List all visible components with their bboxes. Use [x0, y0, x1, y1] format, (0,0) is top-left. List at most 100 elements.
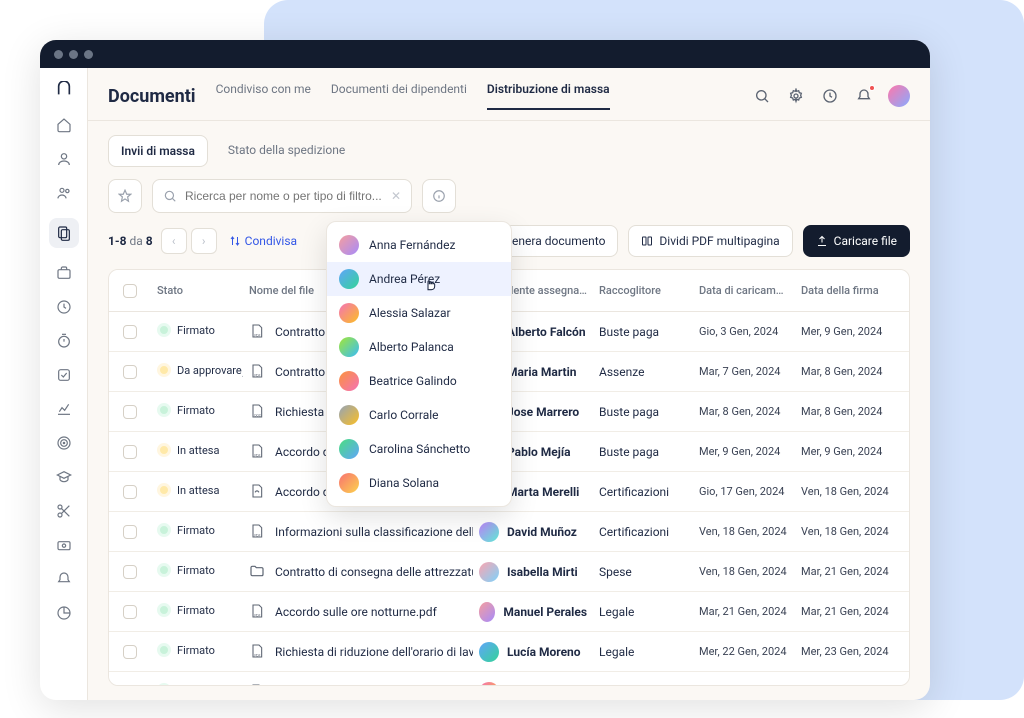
home-icon[interactable]	[55, 116, 73, 134]
subtab-shipment-status[interactable]: Stato della spedizione	[216, 135, 357, 167]
dropdown-item[interactable]: Diana Solana	[327, 466, 511, 500]
tab-employee-docs[interactable]: Documenti dei dipendenti	[331, 82, 467, 110]
file-type-icon	[249, 483, 267, 501]
chart-icon[interactable]	[55, 400, 73, 418]
status-label: Firmato	[177, 524, 215, 537]
pager-of: da	[129, 234, 142, 248]
info-button[interactable]	[422, 179, 456, 213]
status-label: Firmato	[177, 684, 215, 687]
search-icon[interactable]	[752, 86, 772, 106]
file-cell: PDFInformazioni sulla classificazione de…	[249, 523, 467, 541]
file-type-icon	[249, 563, 267, 581]
notifications-icon[interactable]	[854, 86, 874, 106]
target-icon[interactable]	[55, 434, 73, 452]
subtab-mass-sends[interactable]: Invii di massa	[108, 135, 208, 167]
clock-icon[interactable]	[55, 298, 73, 316]
table-row[interactable]: FirmatoPDFRichiesta di riduzione dell'or…	[109, 632, 909, 672]
folder-cell: Buste paga	[593, 325, 693, 339]
table-row[interactable]: FirmatoContratto di consegna delle attre…	[109, 552, 909, 592]
row-checkbox[interactable]	[123, 325, 137, 339]
file-type-icon: PDF	[249, 603, 267, 621]
clear-search-icon[interactable]: ✕	[391, 189, 401, 203]
col-status[interactable]: Stato	[151, 284, 243, 297]
dropdown-item[interactable]: Carolina Sánchetto	[327, 432, 511, 466]
upload-file-button[interactable]: Caricare file	[803, 225, 910, 257]
favorite-toggle[interactable]	[108, 179, 142, 213]
col-folder[interactable]: Raccoglitore	[593, 284, 693, 297]
sign-date: Ven, 18 Gen, 2024	[795, 485, 897, 498]
tab-shared-with-me[interactable]: Condiviso con me	[216, 82, 311, 110]
file-type-icon: PDF	[249, 363, 267, 381]
table-row[interactable]: FirmatoPDFPolitica di registro ingresso …	[109, 672, 909, 686]
sort-button[interactable]: Condivisa	[229, 234, 297, 248]
topbar: Documenti Condiviso con me Documenti dei…	[88, 68, 930, 121]
avatar	[339, 303, 359, 323]
employee-cell: Manuel Perales	[479, 602, 587, 622]
avatar	[479, 682, 499, 687]
timer-icon[interactable]	[55, 332, 73, 350]
row-checkbox[interactable]	[123, 405, 137, 419]
status-label: Da approvare	[177, 364, 242, 377]
avatar	[339, 405, 359, 425]
row-checkbox[interactable]	[123, 565, 137, 579]
bell-icon[interactable]	[55, 570, 73, 588]
dropdown-item[interactable]: Beatrice Galindo	[327, 364, 511, 398]
content-area: Invii di massa Stato della spedizione ✕ …	[88, 121, 930, 700]
settings-icon[interactable]	[786, 86, 806, 106]
check-square-icon[interactable]	[55, 366, 73, 384]
scissors-icon[interactable]	[55, 502, 73, 520]
row-checkbox[interactable]	[123, 685, 137, 687]
dropdown-item-label: Andrea Pérez	[369, 272, 440, 286]
subtabs: Invii di massa Stato della spedizione	[108, 135, 910, 167]
select-all-checkbox[interactable]	[123, 284, 137, 298]
dropdown-item[interactable]: Andrea Pérez	[327, 262, 511, 296]
col-sign-date[interactable]: Data della firma	[795, 284, 897, 297]
pager-range: 1-8	[108, 234, 127, 248]
row-checkbox[interactable]	[123, 605, 137, 619]
team-icon[interactable]	[55, 184, 73, 202]
briefcase-icon[interactable]	[55, 264, 73, 282]
upload-date: Gio, 17 Gen, 2024	[693, 485, 795, 498]
row-checkbox[interactable]	[123, 365, 137, 379]
next-page-button[interactable]: ›	[191, 228, 217, 254]
status-label: Firmato	[177, 644, 215, 657]
folder-cell: Buste paga	[593, 445, 693, 459]
employee-name: Manuel Perales	[503, 605, 587, 619]
row-checkbox[interactable]	[123, 645, 137, 659]
row-checkbox[interactable]	[123, 485, 137, 499]
table-row[interactable]: FirmatoPDFAccordo sulle ore notturne.pdf…	[109, 592, 909, 632]
activity-icon[interactable]	[820, 86, 840, 106]
row-checkbox[interactable]	[123, 445, 137, 459]
col-upload-date[interactable]: Data di caricamento	[693, 284, 795, 297]
window-dot	[84, 50, 93, 59]
dropdown-item[interactable]: Carlo Corrale	[327, 398, 511, 432]
user-icon[interactable]	[55, 150, 73, 168]
sign-date: Mar, 8 Gen, 2024	[795, 405, 897, 418]
folder-cell: Certificazioni	[593, 485, 693, 499]
row-checkbox[interactable]	[123, 525, 137, 539]
dropdown-item[interactable]: Alberto Palanca	[327, 330, 511, 364]
split-pdf-button[interactable]: Dividi PDF multipagina	[628, 225, 792, 257]
tab-mass-distribution[interactable]: Distribuzione di massa	[487, 82, 610, 110]
status-label: In attesa	[177, 444, 219, 457]
employee-name: Alberto Falcón	[507, 325, 586, 339]
search-row: ✕	[108, 179, 910, 213]
pie-icon[interactable]	[55, 604, 73, 622]
app-logo[interactable]	[53, 78, 75, 100]
documents-icon[interactable]	[49, 218, 79, 248]
table-row[interactable]: Firmato PDFInformazioni sulla classificaz…	[109, 512, 909, 552]
dropdown-item-label: Diana Solana	[369, 476, 439, 490]
status-badge: Firmato	[157, 403, 215, 417]
file-name: Richiesta	[275, 405, 324, 419]
sort-icon	[229, 235, 241, 247]
education-icon[interactable]	[55, 468, 73, 486]
upload-date: Ven, 18 Gen, 2024	[693, 525, 795, 538]
dropdown-item[interactable]: Alessia Salazar	[327, 296, 511, 330]
money-icon[interactable]	[55, 536, 73, 554]
employee-cell: Lucía Moreno	[479, 642, 587, 662]
profile-avatar[interactable]	[888, 85, 910, 107]
prev-page-button[interactable]: ‹	[161, 228, 187, 254]
avatar	[339, 371, 359, 391]
search-input[interactable]	[185, 189, 383, 203]
dropdown-item[interactable]: Anna Fernández	[327, 228, 511, 262]
